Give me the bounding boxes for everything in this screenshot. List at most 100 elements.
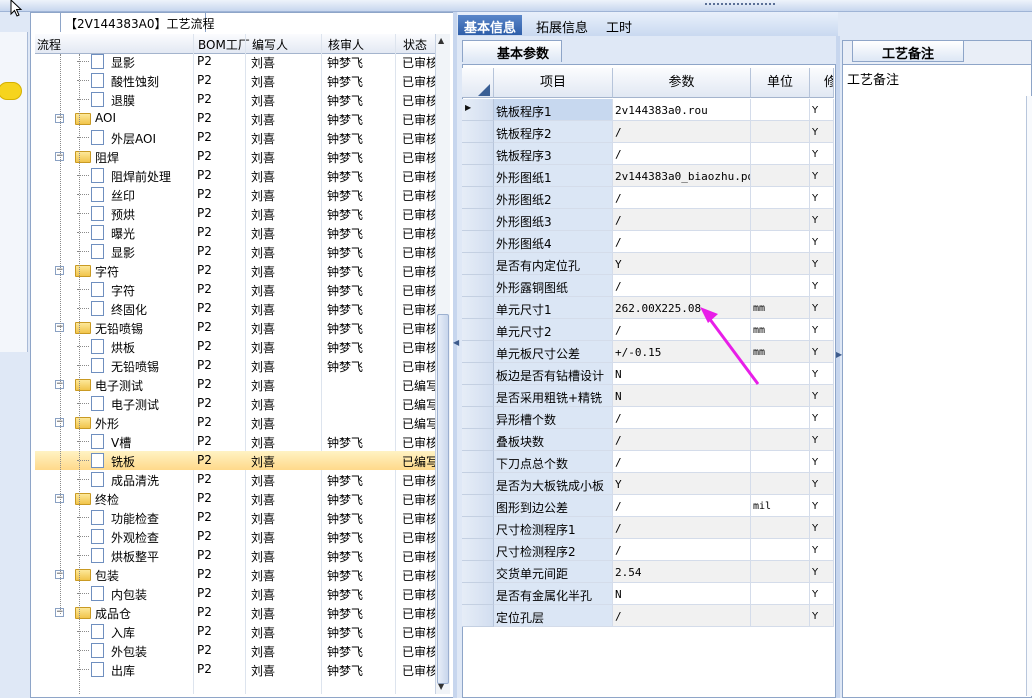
col-header-bom[interactable]: BOM工厂 <box>198 36 250 53</box>
scroll-up-icon[interactable]: ▲ <box>438 36 444 45</box>
cell-param[interactable]: N <box>613 583 751 605</box>
grid-row[interactable]: 外形图纸2/ Y <box>462 187 834 209</box>
tree-item-row[interactable]: 入库 P2 刘喜 钟梦飞 已审核 <box>35 622 435 641</box>
cell-unit[interactable] <box>751 385 810 407</box>
tab-basic-params[interactable]: 基本参数 <box>462 40 562 62</box>
cell-unit[interactable] <box>751 253 810 275</box>
cell-unit[interactable] <box>751 187 810 209</box>
cell-param[interactable]: / <box>613 517 751 539</box>
col-header-param[interactable]: 参数 <box>613 68 751 98</box>
cell-param[interactable]: / <box>613 605 751 627</box>
cell-flag[interactable]: Y <box>810 495 834 517</box>
tree-item-row[interactable]: 退膜 P2 刘喜 钟梦飞 已审核 <box>35 90 435 109</box>
cell-flag[interactable]: Y <box>810 209 834 231</box>
tree-item-row[interactable]: 烘板 P2 刘喜 钟梦飞 已审核 <box>35 337 435 356</box>
cell-unit[interactable] <box>751 517 810 539</box>
tree-item-row[interactable]: 字符 P2 刘喜 钟梦飞 已审核 <box>35 280 435 299</box>
cell-flag[interactable]: Y <box>810 319 834 341</box>
cell-param[interactable]: 2.54 <box>613 561 751 583</box>
tree-item-row[interactable]: 酸性蚀刻 P2 刘喜 钟梦飞 已审核 <box>35 71 435 90</box>
tree-item-row[interactable]: 阻焊前处理 P2 刘喜 钟梦飞 已审核 <box>35 166 435 185</box>
cell-flag[interactable]: Y <box>810 297 834 319</box>
tree-item-row[interactable]: 出库 P2 刘喜 钟梦飞 已审核 <box>35 660 435 679</box>
col-header-status[interactable]: 状态 <box>403 36 427 53</box>
row-indicator[interactable] <box>462 209 494 231</box>
cell-param[interactable]: / <box>613 495 751 517</box>
cell-unit[interactable] <box>751 99 810 121</box>
row-indicator[interactable] <box>462 319 494 341</box>
grid-row[interactable]: 是否采用粗铣+精铣 N Y <box>462 385 834 407</box>
cell-flag[interactable]: Y <box>810 407 834 429</box>
row-indicator[interactable] <box>462 605 494 627</box>
grid-row[interactable]: 是否有金属化半孔 N Y <box>462 583 834 605</box>
row-indicator[interactable] <box>462 275 494 297</box>
row-indicator[interactable] <box>462 187 494 209</box>
grid-row[interactable]: 尺寸检测程序2/ Y <box>462 539 834 561</box>
grid-row[interactable]: 外形图纸1 2v144383a0_biaozhu.pdf Y <box>462 165 834 187</box>
grid-row[interactable]: 叠板块数 / Y <box>462 429 834 451</box>
cell-param[interactable]: / <box>613 539 751 561</box>
grid-row[interactable]: 是否为大板铣成小板 Y Y <box>462 473 834 495</box>
splitter-grip[interactable] <box>705 3 775 9</box>
grid-row[interactable]: 单元尺寸2/mm Y <box>462 319 834 341</box>
collapse-left-icon[interactable]: ◀ <box>453 338 459 347</box>
tree-folder-row[interactable]: − AOI P2 刘喜 钟梦飞 已审核 <box>35 109 435 128</box>
tree-folder-row[interactable]: − 无铅喷锡 P2 刘喜 钟梦飞 已审核 <box>35 318 435 337</box>
cell-flag[interactable]: Y <box>810 451 834 473</box>
col-header-writer[interactable]: 编写人 <box>252 36 288 53</box>
tree-panel-title[interactable]: 【2V144383A0】工艺流程 <box>60 12 215 32</box>
cell-flag[interactable]: Y <box>810 187 834 209</box>
row-indicator[interactable] <box>462 385 494 407</box>
cell-flag[interactable]: Y <box>810 99 834 121</box>
tree-item-row[interactable]: 终固化 P2 刘喜 钟梦飞 已审核 <box>35 299 435 318</box>
cell-flag[interactable]: Y <box>810 429 834 451</box>
tab-extended-info[interactable]: 拓展信息 <box>530 15 594 36</box>
cell-param[interactable]: Y <box>613 473 751 495</box>
cell-unit[interactable] <box>751 605 810 627</box>
grid-corner[interactable] <box>462 68 494 98</box>
grid-row[interactable]: 尺寸检测程序1/ Y <box>462 517 834 539</box>
tree-folder-row[interactable]: − 终检 P2 刘喜 钟梦飞 已审核 <box>35 489 435 508</box>
col-header-flag[interactable]: 修 <box>810 68 834 98</box>
tree-item-row[interactable]: 丝印 P2 刘喜 钟梦飞 已审核 <box>35 185 435 204</box>
grid-row[interactable]: 异形槽个数 / Y <box>462 407 834 429</box>
tree-folder-row[interactable]: − 电子测试 P2 刘喜 已编写 <box>35 375 435 394</box>
cell-flag[interactable]: Y <box>810 121 834 143</box>
cell-unit[interactable] <box>751 407 810 429</box>
tree-item-row[interactable]: 曝光 P2 刘喜 钟梦飞 已审核 <box>35 223 435 242</box>
row-indicator[interactable] <box>462 495 494 517</box>
row-indicator[interactable] <box>462 165 494 187</box>
left-splitter[interactable] <box>453 12 457 698</box>
tree-item-row[interactable]: 成品清洗 P2 刘喜 钟梦飞 已审核 <box>35 470 435 489</box>
row-indicator[interactable] <box>462 517 494 539</box>
cell-flag[interactable]: Y <box>810 231 834 253</box>
scroll-down-icon[interactable]: ▼ <box>438 682 444 691</box>
cell-param[interactable]: / <box>613 407 751 429</box>
row-indicator[interactable] <box>462 341 494 363</box>
cell-unit[interactable] <box>751 583 810 605</box>
grid-row[interactable]: 单元板尺寸公差 +/-0.15 mm Y <box>462 341 834 363</box>
tree-item-row[interactable]: 内包装 P2 刘喜 钟梦飞 已审核 <box>35 584 435 603</box>
cell-unit[interactable] <box>751 275 810 297</box>
tree-folder-row[interactable]: − 外形 P2 刘喜 已编写 <box>35 413 435 432</box>
cell-param[interactable]: / <box>613 187 751 209</box>
chat-bubble-icon[interactable] <box>0 82 22 100</box>
cell-flag[interactable]: Y <box>810 253 834 275</box>
row-indicator[interactable] <box>462 583 494 605</box>
cell-param[interactable]: 2v144383a0_biaozhu.pdf <box>613 165 751 187</box>
row-indicator[interactable]: ▶ <box>462 99 494 121</box>
cell-param[interactable]: N <box>613 385 751 407</box>
cell-param[interactable]: / <box>613 451 751 473</box>
grid-row[interactable]: 外形露铜图纸 / Y <box>462 275 834 297</box>
tree-item-row[interactable]: 无铅喷锡 P2 刘喜 钟梦飞 已审核 <box>35 356 435 375</box>
cell-flag[interactable]: Y <box>810 165 834 187</box>
cell-unit[interactable] <box>751 231 810 253</box>
col-header-reviewer[interactable]: 核审人 <box>328 36 364 53</box>
tree-folder-row[interactable]: − 阻焊 P2 刘喜 钟梦飞 已审核 <box>35 147 435 166</box>
cell-param[interactable]: / <box>613 143 751 165</box>
grid-row[interactable]: 下刀点总个数 / Y <box>462 451 834 473</box>
grid-row[interactable]: 外形图纸3/ Y <box>462 209 834 231</box>
tab-labor-hours[interactable]: 工时 <box>600 15 638 36</box>
cell-unit[interactable] <box>751 429 810 451</box>
row-indicator[interactable] <box>462 143 494 165</box>
